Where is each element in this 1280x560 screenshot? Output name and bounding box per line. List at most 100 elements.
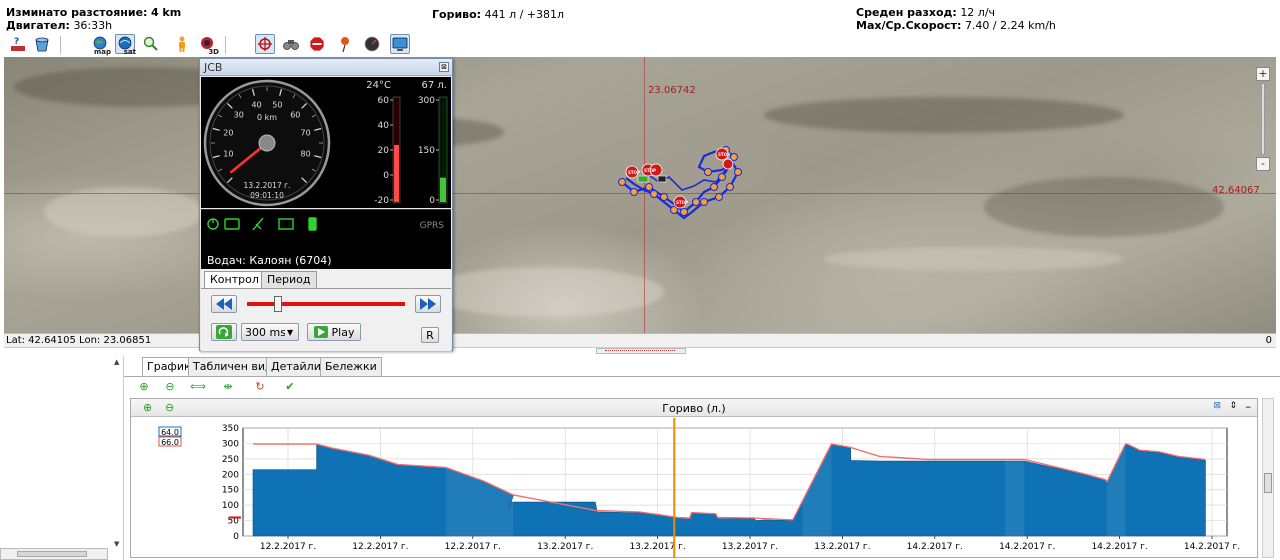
finish-flag-icon (657, 175, 667, 183)
svg-text:?: ? (14, 37, 19, 47)
route-track[interactable]: STOP STOP STOP STOP (604, 142, 754, 232)
tab-notes[interactable]: Бележки (320, 357, 382, 376)
close-panel-button[interactable]: ⊠ (439, 62, 449, 72)
map-view-button[interactable]: map (90, 34, 111, 56)
antenna-icon (252, 217, 264, 231)
help-button[interactable]: ? (8, 34, 28, 54)
area-band (1107, 430, 1126, 536)
svg-text:STOP: STOP (676, 200, 688, 205)
speed-tick-label: 30 (234, 111, 244, 120)
interval-select[interactable]: 300 ms ▼ (241, 323, 299, 341)
tab-control[interactable]: Контрол (204, 271, 265, 289)
interval-value: 300 ms (245, 325, 285, 339)
gprs-status: GPRS (420, 221, 445, 231)
clear-button[interactable] (32, 34, 52, 54)
zoom-track[interactable] (1261, 83, 1265, 155)
x-tick-label: 13.2.2017 г. (537, 542, 593, 552)
satellite-map[interactable]: 23.06742 42.64067 STOP STOP STOP STOP + - (4, 57, 1276, 333)
speed-tick-label: 80 (301, 149, 311, 158)
svg-text:STOP: STOP (628, 170, 640, 175)
playback-slider-thumb[interactable] (274, 296, 282, 312)
fuel-tick-label: 0 (429, 196, 435, 206)
play-button[interactable]: Play (307, 323, 361, 341)
y-tick-label: 0 (233, 532, 239, 542)
x-tick-label: 14.2.2017 г. (1184, 542, 1240, 552)
gauge-icon (364, 36, 380, 52)
left-pane-hscrollbar[interactable] (0, 548, 108, 560)
scroll-up-arrow-icon[interactable]: ▲ (114, 358, 119, 366)
fuel-chart[interactable]: 05010015020025030035012.2.2017 г. 12.2.20… (131, 418, 1257, 558)
scroll-down-arrow-icon[interactable]: ▼ (114, 540, 119, 548)
chart-vscrollbar[interactable] (1262, 398, 1274, 558)
area-band (1004, 430, 1025, 536)
driver-info: Водач: Калоян (6704) (201, 237, 451, 269)
temperature-tick-label: 0 (383, 171, 389, 181)
svg-text:STOP: STOP (644, 168, 656, 173)
rewind-button[interactable] (211, 295, 237, 313)
panel-titlebar[interactable]: JCB ⊠ (200, 59, 452, 76)
fast-forward-icon (420, 298, 436, 310)
fast-forward-button[interactable] (415, 295, 441, 313)
reset-button[interactable]: R (421, 327, 439, 343)
zoom-out-chart-icon[interactable]: ⊖ (162, 379, 178, 395)
y-tick-label: 250 (222, 455, 239, 465)
temperature-readout: 24°C (366, 80, 391, 91)
y-tick-label: 200 (222, 470, 239, 480)
chart-minimize-icon[interactable]: – (1246, 400, 1252, 413)
zoom-in-chart-icon[interactable]: ⊕ (136, 379, 152, 395)
odometer: 0 km (257, 113, 277, 122)
search-location-button[interactable] (140, 34, 160, 54)
panel-splitter[interactable] (596, 348, 686, 354)
binoculars-button[interactable] (281, 34, 301, 54)
engine-value: 36:33h (73, 19, 113, 32)
center-map-button[interactable] (255, 34, 275, 54)
play-label: Play (331, 325, 355, 339)
driver-name: Водач: Калоян (6704) (207, 254, 332, 267)
monitor-button[interactable] (390, 34, 410, 54)
chart-export-icon[interactable]: ⊠ (1213, 401, 1221, 411)
repeat-button[interactable] (211, 323, 237, 341)
area-band (445, 430, 514, 536)
distance-value: 4 km (150, 6, 182, 19)
tab-details[interactable]: Детайли (266, 357, 326, 376)
tab-table-view[interactable]: Табличен вид (188, 357, 278, 376)
expand-horizontal-icon[interactable]: ⟺ (190, 379, 206, 395)
temperature-tick-label: -20 (374, 196, 389, 206)
chart-title: Гориво (л.) (662, 402, 726, 415)
rewind-icon (216, 298, 232, 310)
left-pane: ▲ ▼ (0, 356, 124, 560)
x-tick-label: 12.2.2017 г. (352, 542, 408, 552)
apply-check-icon[interactable]: ✔ (282, 379, 298, 395)
3d-caption: 3D (208, 48, 219, 56)
x-tick-label: 13.2.2017 г. (722, 542, 778, 552)
playback-slider[interactable] (247, 296, 405, 312)
vehicle-name: JCB (204, 61, 223, 74)
driver-button[interactable] (172, 34, 192, 54)
chart-sort-icon[interactable]: ⇕ (1229, 401, 1237, 411)
avg-consumption-label: Среден разход: (856, 6, 957, 19)
distance-label: Изминато разстояние: (6, 6, 148, 19)
crosshair-icon (258, 37, 272, 51)
map-caption: map (93, 48, 111, 56)
zoom-out-button[interactable]: - (1256, 157, 1270, 171)
dashboard-display: 10 20 30 40 50 60 70 80 0 km 13.2.2017 г. 09:01… (201, 77, 451, 208)
speed-label: Max/Ср.Скорост: (856, 19, 962, 32)
zoom-in-button[interactable]: + (1256, 67, 1270, 81)
shrink-horizontal-icon[interactable]: ⇼ (220, 379, 236, 395)
monitor-icon (392, 37, 408, 51)
speedometer-button[interactable] (362, 34, 382, 54)
x-tick-label: 14.2.2017 г. (1091, 542, 1147, 552)
marker-button[interactable] (335, 34, 355, 54)
stop-markers-button[interactable] (307, 34, 327, 54)
temperature-tick-label: 60 (378, 96, 390, 106)
view-3d-button[interactable]: 3D (198, 34, 219, 56)
satellite-view-button[interactable]: sat (115, 34, 136, 56)
distance-stat: Изминато разстояние: 4 km (6, 6, 181, 19)
refresh-icon[interactable]: ↻ (252, 379, 268, 395)
dashboard-date: 13.2.2017 г. (244, 181, 291, 190)
start-flag-icon (637, 175, 649, 183)
fuel-value: 441 л / +381л (484, 8, 565, 21)
speed-tick-label: 10 (223, 149, 233, 158)
tab-period[interactable]: Период (261, 271, 317, 288)
engine-stat: Двигател: 36:33h (6, 19, 112, 32)
